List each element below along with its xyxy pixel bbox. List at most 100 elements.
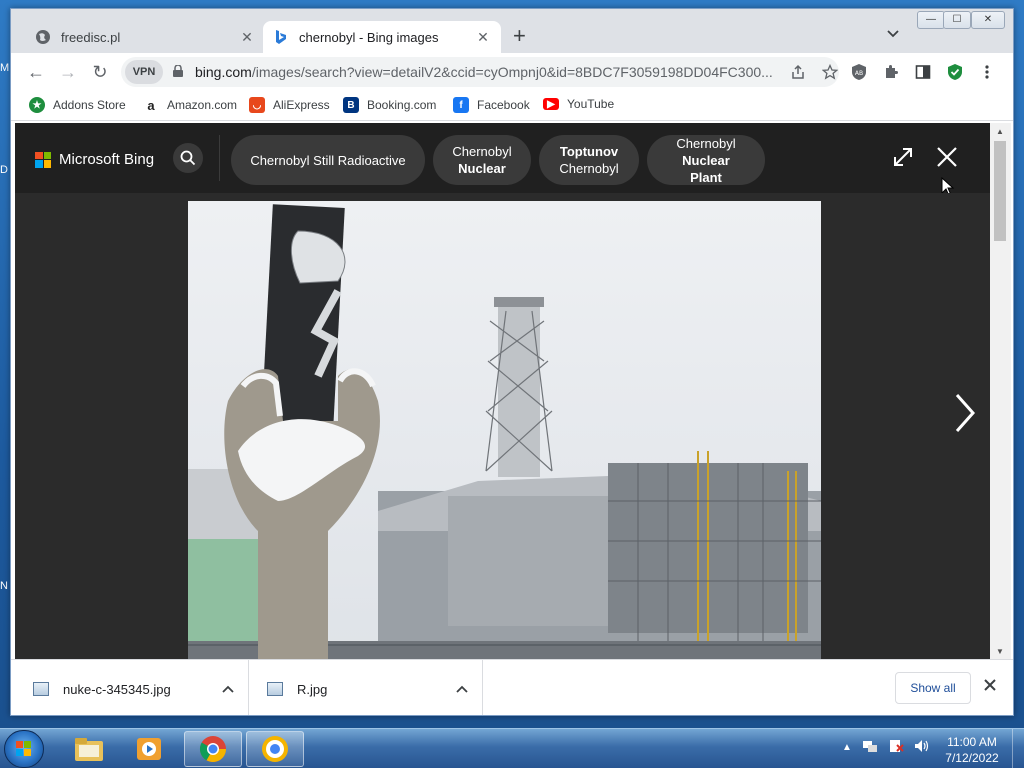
url-path: /images/search?view=detailV2&ccid=cyOmpn… [251,64,773,80]
vpn-button[interactable]: VPN [125,60,163,84]
scroll-up-arrow-icon[interactable]: ▲ [996,127,1004,136]
show-all-button[interactable]: Show all [895,672,971,704]
tab-search-button[interactable] [887,27,899,41]
tab-bing-images[interactable]: chernobyl - Bing images ✕ [263,21,501,53]
network-icon[interactable] [862,739,878,756]
bookmark-youtube[interactable]: ▶ YouTube [543,97,614,111]
page-scrollbar[interactable]: ▲ ▼ [990,123,1011,659]
explorer-taskbar-button[interactable] [60,731,118,767]
bing-logo[interactable]: Microsoft Bing [35,151,154,168]
pill-line1: Chernobyl [452,144,512,159]
bing-logo-text: Microsoft Bing [59,151,155,168]
bookmark-aliexpress[interactable]: ◡ AliExpress [249,97,330,113]
download-item[interactable]: nuke-c-345345.jpg [29,660,249,715]
bookmark-star-icon[interactable] [821,63,839,81]
download-item[interactable]: R.jpg [251,660,483,715]
start-button[interactable] [4,730,44,768]
related-pill-nuclear-plant[interactable]: Chernobyl Nuclear Plant [647,135,765,185]
close-viewer-icon[interactable] [935,145,959,169]
new-tab-button[interactable]: + [513,25,526,47]
bookmark-booking[interactable]: B Booking.com [343,97,436,113]
system-clock[interactable]: 11:00 AM 7/12/2022 [940,734,1004,766]
lock-icon[interactable] [173,65,183,77]
reload-button[interactable]: ↻ [87,59,113,85]
vpn-app-taskbar-button[interactable] [246,731,304,767]
tab-freedisc[interactable]: freedisc.pl ✕ [25,21,265,53]
url-host: bing.com [195,64,252,80]
side-panel-icon[interactable] [913,62,933,82]
back-button[interactable]: ← [23,59,49,85]
svg-text:AB: AB [855,70,863,77]
window-close-button[interactable]: ✕ [971,11,1005,29]
folder-icon [75,738,103,761]
close-tab-icon[interactable]: ✕ [239,29,255,46]
action-center-icon[interactable] [888,739,904,756]
pill-line2: Nuclear [458,161,506,176]
forward-button[interactable]: → [55,59,81,85]
booking-icon: B [343,97,359,113]
browser-window: freedisc.pl ✕ chernobyl - Bing images ✕ … [10,8,1014,716]
pill-line1: Chernobyl [676,135,736,151]
scrollbar-thumb[interactable] [994,141,1006,241]
share-icon[interactable] [789,63,807,81]
adblock-extension-icon[interactable]: AB [849,62,869,82]
scroll-down-arrow-icon[interactable]: ▼ [996,647,1004,656]
bookmark-amazon[interactable]: a Amazon.com [143,97,237,113]
chrome-icon [199,736,227,763]
microsoft-logo-icon [35,151,51,168]
media-player-taskbar-button[interactable] [120,731,178,767]
viewer-header: Microsoft Bing Chernobyl Still Radioacti… [15,123,994,197]
search-icon [180,150,196,166]
download-filename: nuke-c-345345.jpg [63,681,171,697]
next-image-chevron-icon[interactable] [949,393,979,433]
bookmark-facebook[interactable]: f Facebook [453,97,530,113]
expand-icon[interactable] [891,145,915,169]
search-button[interactable] [173,143,203,173]
taskbar: ▲ 11:00 AM 7/12/2022 [0,728,1024,768]
menu-kebab-icon[interactable] [977,62,997,82]
volume-icon[interactable] [914,739,930,756]
browser-toolbar: ← → ↻ VPN bing.com/images/search?view=de… [11,53,1013,91]
bookmark-label: Addons Store [53,98,126,112]
chevron-up-icon[interactable] [454,682,470,696]
pill-line2: Nuclear Plant [682,152,730,185]
bookmarks-bar: ★ Addons Store a Amazon.com ◡ AliExpress… [11,91,1013,121]
aliexpress-icon: ◡ [249,97,265,113]
related-pill-nuclear[interactable]: Chernobyl Nuclear [433,135,531,185]
address-bar[interactable]: VPN bing.com/images/search?view=detailV2… [121,57,839,87]
bookmark-label: Amazon.com [167,98,238,112]
bookmark-label: AliExpress [273,98,330,112]
addons-store-icon: ★ [29,97,45,113]
media-player-icon [137,738,161,760]
download-filename: R.jpg [297,681,328,697]
chernobyl-photo-image [188,201,821,659]
security-check-icon[interactable] [945,62,965,82]
bookmark-addons-store[interactable]: ★ Addons Store [29,97,126,113]
desktop-icon-edge[interactable]: N [0,580,10,592]
tab-title: freedisc.pl [61,29,121,45]
close-shelf-icon[interactable] [981,678,999,696]
close-tab-icon[interactable]: ✕ [475,29,491,46]
related-pill-toptunov[interactable]: Toptunov Chernobyl [539,135,639,185]
bookmark-label: Booking.com [367,98,437,112]
system-tray: ▲ [842,739,930,756]
tray-expand-icon[interactable]: ▲ [842,742,852,753]
related-pill-still-radioactive[interactable]: Chernobyl Still Radioactive [231,135,425,185]
bookmark-label: YouTube [567,97,615,111]
pill-line1: Chernobyl Still Radioactive [250,152,406,168]
show-desktop-button[interactable] [1012,729,1024,768]
chevron-up-icon[interactable] [220,682,236,696]
extensions-puzzle-icon[interactable] [881,62,901,82]
image-file-icon [267,682,283,696]
url-text[interactable]: bing.com/images/search?view=detailV2&cci… [195,64,775,80]
maximize-button[interactable]: ☐ [943,11,971,29]
chrome-taskbar-button[interactable] [184,731,242,767]
minimize-button[interactable]: — [917,11,945,29]
chernobyl-photo[interactable] [188,201,821,659]
clock-date: 7/12/2022 [945,751,999,765]
facebook-icon: f [453,97,469,113]
desktop-icon-edge[interactable]: M [0,62,10,74]
image-file-icon [33,682,49,696]
desktop-icon-edge[interactable]: D [0,164,10,176]
windows-logo-icon [16,741,31,756]
